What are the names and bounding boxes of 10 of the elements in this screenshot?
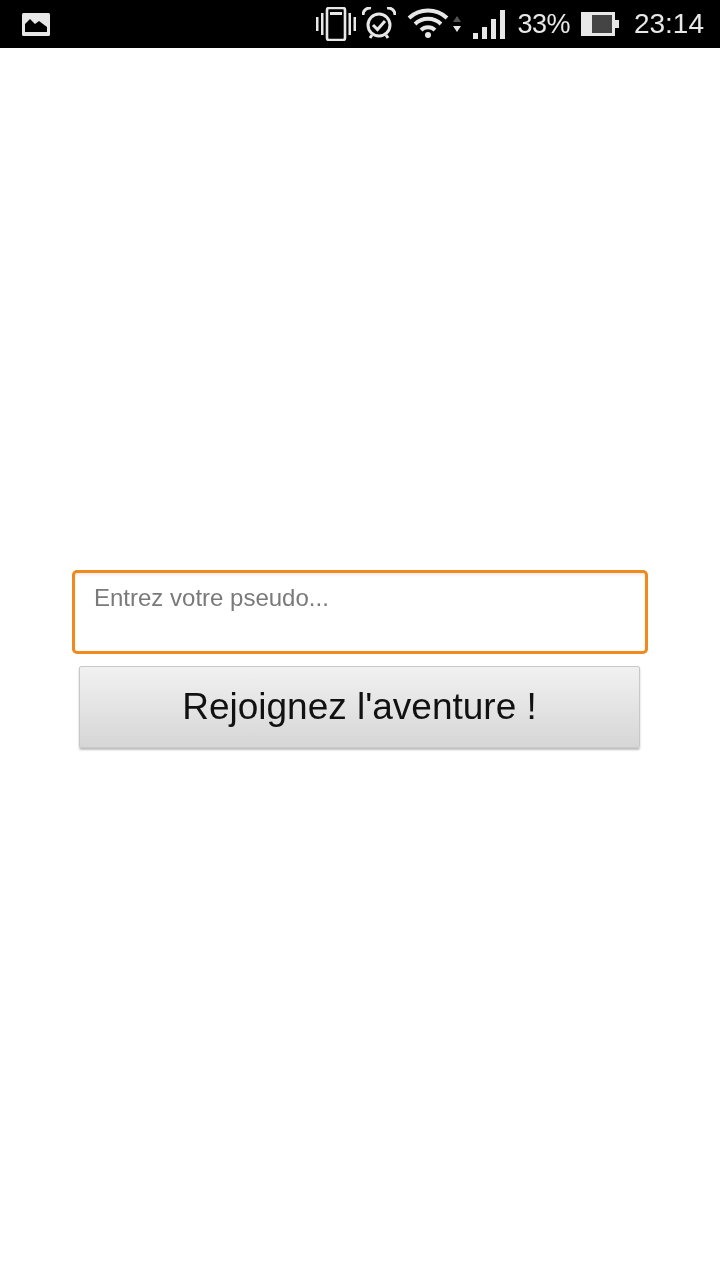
wifi-icon	[407, 8, 464, 38]
join-button[interactable]: Rejoignez l'aventure !	[79, 666, 640, 748]
signal-bars-icon	[473, 9, 508, 39]
nickname-input-field[interactable]: Entrez votre pseudo...	[72, 570, 648, 654]
battery-percentage: 33%	[517, 8, 570, 40]
alarm-clock-icon	[362, 7, 397, 41]
vibrate-icon	[316, 7, 357, 41]
image-notification-icon	[22, 12, 50, 36]
clock-time: 23:14	[633, 8, 704, 40]
battery-icon	[580, 12, 619, 36]
